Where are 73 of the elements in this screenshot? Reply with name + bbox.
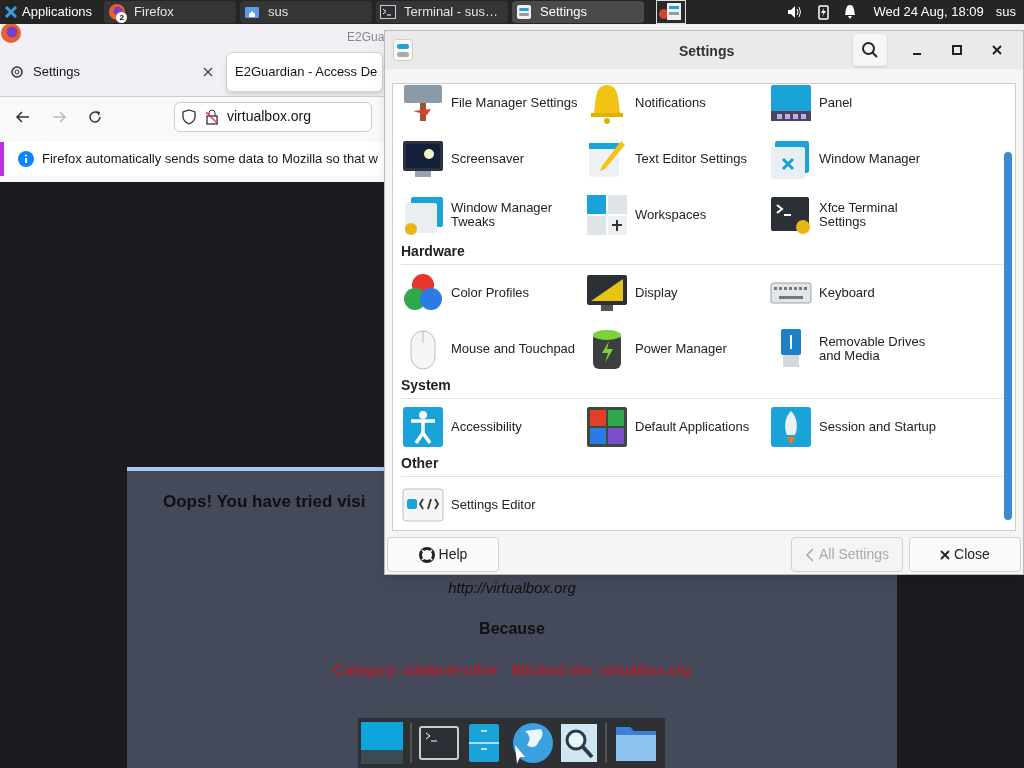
settings-item[interactable]: File Manager Settings (401, 84, 585, 131)
block-reason: Category: colabnet-other Blocked site: virtualbox.org (333, 660, 691, 680)
info-icon (18, 151, 34, 167)
close-icon (940, 549, 951, 560)
settings-item[interactable]: Power Manager (585, 321, 769, 377)
taskbar-button[interactable]: sus (240, 1, 373, 23)
blocked-url: http://virtualbox.org (448, 577, 576, 598)
section-heading: Other (401, 454, 439, 473)
settings-title: Settings (679, 42, 735, 61)
terminal-icon (380, 4, 397, 20)
taskbar-button[interactable]: Terminal - sus… (376, 1, 509, 23)
toggle-switches-icon (516, 4, 533, 20)
close-button[interactable]: Close (909, 537, 1021, 572)
settings-item[interactable]: Accessibility (401, 399, 585, 455)
settings-item[interactable]: Xfce Terminal Settings (769, 187, 953, 243)
apps-grid-icon (585, 405, 629, 449)
lifebuoy-icon (418, 546, 435, 563)
home-folder-icon (244, 4, 261, 20)
back-icon[interactable] (15, 108, 31, 125)
settings-item[interactable]: Text Editor Settings (585, 131, 769, 187)
volume-icon[interactable] (787, 4, 804, 20)
settings-item[interactable]: Window Manager (769, 131, 953, 187)
settings-item[interactable]: Display (585, 265, 769, 321)
taskbar-button[interactable]: 2 Firefox (104, 1, 237, 23)
panel-icon[interactable] (361, 722, 403, 764)
settings-item[interactable]: Workspaces (585, 187, 769, 243)
settings-item[interactable]: Panel (769, 84, 953, 131)
address-bar[interactable]: virtualbox.org (174, 101, 372, 132)
section-heading: Hardware (401, 242, 465, 261)
applications-menu[interactable]: Applications (0, 1, 101, 23)
workspaces-icon (585, 193, 629, 237)
accessibility-icon (401, 405, 445, 449)
search-icon[interactable] (560, 723, 598, 763)
section-heading: System (401, 376, 451, 395)
close-icon[interactable] (991, 44, 1003, 56)
search-icon (861, 41, 879, 59)
taskbar-button[interactable]: Settings (512, 1, 645, 23)
notification-text: Firefox automatically sends some data to Mozilla so that w (42, 150, 378, 169)
insecure-lock-icon (205, 108, 219, 125)
chevron-left-icon (804, 547, 815, 562)
xfce-logo-icon (4, 5, 18, 19)
firefox-icon (0, 22, 22, 44)
help-button[interactable]: Help (387, 537, 499, 572)
shield-icon (181, 108, 197, 125)
settings-item[interactable]: Removable Drives and Media (769, 321, 953, 377)
user-name[interactable]: sus (995, 2, 1016, 22)
battery-icon[interactable] (815, 4, 832, 20)
file-cabinet-icon[interactable] (466, 723, 502, 763)
settings-item[interactable]: Keyboard (769, 265, 953, 321)
search-button[interactable] (853, 34, 887, 66)
browser-tab[interactable]: E2Guardian - Access De (226, 52, 383, 92)
clock[interactable]: Wed 24 Aug, 18:09 (873, 2, 984, 22)
terminal-icon[interactable] (419, 723, 459, 763)
workspace-switcher-icon[interactable] (656, 0, 687, 24)
blocked-heading: Oops! You have tried visi (163, 491, 366, 513)
settings-item[interactable]: Color Profiles (401, 265, 585, 321)
window-count-badge: 2 (116, 12, 128, 23)
because-text: Because (479, 619, 545, 639)
close-tab-icon[interactable] (203, 67, 213, 77)
window-title: E2Gua (347, 29, 385, 46)
settings-item[interactable]: Session and Startup (769, 399, 953, 455)
settings-item[interactable]: Settings Editor (401, 477, 585, 530)
settings-item[interactable]: Notifications (585, 84, 769, 131)
gear-icon (9, 64, 25, 80)
rocket-icon (769, 405, 813, 449)
settings-item[interactable]: Screensaver (401, 131, 585, 187)
notification-bell-icon[interactable] (843, 4, 858, 20)
reload-icon[interactable] (87, 108, 103, 125)
settings-item[interactable]: Window Manager Tweaks (401, 187, 585, 243)
settings-item[interactable]: Mouse and Touchpad (401, 321, 585, 377)
toggle-switches-icon (393, 39, 413, 61)
maximize-icon[interactable] (951, 44, 963, 56)
settings-item[interactable]: Default Applications (585, 399, 769, 455)
